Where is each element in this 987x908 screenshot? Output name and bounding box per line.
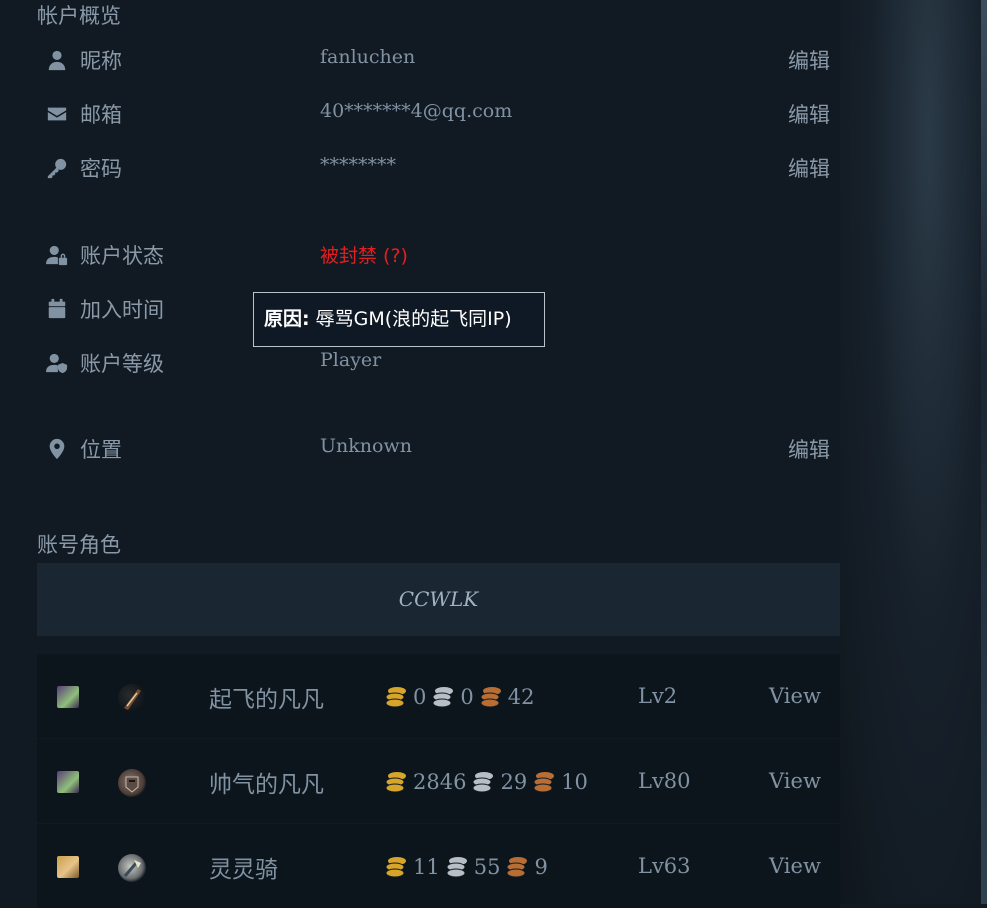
map-marker-icon	[46, 438, 68, 460]
rogue-class-icon	[118, 684, 146, 712]
character-money: 11 55 9	[383, 852, 552, 882]
status-label: 账户状态	[80, 244, 164, 268]
characters-title: 账号角色	[37, 533, 121, 557]
email-row: 邮箱 40*******4@qq.com 编辑	[0, 95, 840, 135]
edit-email-button[interactable]: 编辑	[788, 99, 830, 129]
silver-amount: 0	[460, 685, 474, 709]
night-elf-female-portrait-icon	[57, 771, 79, 793]
user-lock-icon	[46, 244, 68, 266]
nickname-label: 昵称	[80, 49, 122, 73]
character-level: Lv2	[638, 684, 678, 708]
email-value: 40*******4@qq.com	[320, 100, 513, 122]
gold-amount: 2846	[413, 770, 467, 794]
paladin-class-icon	[118, 854, 146, 882]
gold-coin-icon	[385, 857, 406, 878]
status-banned-value[interactable]: 被封禁 (?)	[320, 241, 408, 268]
tooltip-reason-text: 辱骂GM(浪的起飞同IP)	[315, 308, 512, 330]
user-icon	[46, 49, 68, 71]
character-name: 灵灵骑	[209, 857, 278, 883]
account-overview-title: 帐户概览	[37, 4, 121, 28]
realm-name: CCWLK	[398, 587, 479, 611]
location-row: 位置 Unknown 编辑	[0, 430, 840, 470]
copper-amount: 9	[534, 855, 548, 879]
copper-coin-icon	[480, 687, 501, 708]
status-row: 账户状态 被封禁 (?)	[0, 236, 840, 276]
warrior-class-icon	[118, 769, 146, 797]
tooltip-reason-label: 原因:	[264, 308, 310, 330]
character-money: 2846 29 10	[383, 767, 592, 797]
character-level: Lv80	[638, 769, 691, 793]
gold-coin-icon	[385, 772, 406, 793]
background-art	[840, 0, 987, 904]
gold-coin-icon	[385, 687, 406, 708]
silver-amount: 29	[500, 770, 528, 794]
account-level-value: Player	[320, 349, 382, 371]
copper-coin-icon	[533, 772, 555, 793]
human-female-portrait-icon	[57, 856, 79, 878]
character-row: 帅气的凡凡 2846 29 10 Lv80 View	[37, 739, 840, 823]
account-level-label: 账户等级	[80, 352, 164, 376]
account-panel: 帐户概览 昵称 fanluchen 编辑 邮箱 40*******4@qq.co…	[0, 0, 840, 908]
envelope-icon	[46, 103, 68, 125]
password-value: ********	[320, 154, 396, 176]
character-row: 起飞的凡凡 0 0 42 Lv2 View	[37, 654, 840, 738]
nickname-row: 昵称 fanluchen 编辑	[0, 41, 840, 81]
silver-coin-icon	[446, 857, 467, 878]
calendar-icon	[46, 298, 68, 320]
password-row: 密码 ******** 编辑	[0, 149, 840, 189]
key-icon	[46, 157, 68, 179]
password-label: 密码	[80, 157, 122, 181]
view-character-button[interactable]: View	[769, 769, 821, 793]
edit-location-button[interactable]: 编辑	[788, 434, 830, 464]
location-value: Unknown	[320, 435, 412, 457]
copper-amount: 10	[561, 770, 588, 794]
gold-amount: 0	[413, 685, 427, 709]
gold-amount: 11	[413, 855, 440, 879]
night-elf-female-portrait-icon	[57, 686, 79, 708]
view-character-button[interactable]: View	[769, 684, 821, 708]
location-label: 位置	[80, 438, 122, 462]
silver-amount: 55	[473, 855, 501, 879]
character-level: Lv63	[638, 854, 691, 878]
account-level-row: 账户等级 Player	[0, 344, 840, 384]
ban-reason-tooltip: 原因: 辱骂GM(浪的起飞同IP)	[253, 292, 545, 347]
nickname-value: fanluchen	[320, 46, 416, 68]
email-label: 邮箱	[80, 103, 122, 127]
character-row: 灵灵骑 11 55 9 Lv63 View	[37, 824, 840, 908]
realm-header: CCWLK	[37, 563, 840, 636]
view-character-button[interactable]: View	[769, 854, 821, 878]
character-money: 0 0 42	[383, 682, 538, 712]
copper-coin-icon	[506, 857, 528, 878]
character-name: 帅气的凡凡	[209, 772, 324, 798]
edit-nickname-button[interactable]: 编辑	[788, 45, 830, 75]
silver-coin-icon	[432, 687, 454, 708]
copper-amount: 42	[507, 685, 535, 709]
join-date-label: 加入时间	[80, 298, 164, 322]
edit-password-button[interactable]: 编辑	[788, 153, 830, 183]
silver-coin-icon	[472, 772, 494, 793]
character-name: 起飞的凡凡	[209, 687, 324, 713]
user-shield-icon	[46, 352, 68, 374]
